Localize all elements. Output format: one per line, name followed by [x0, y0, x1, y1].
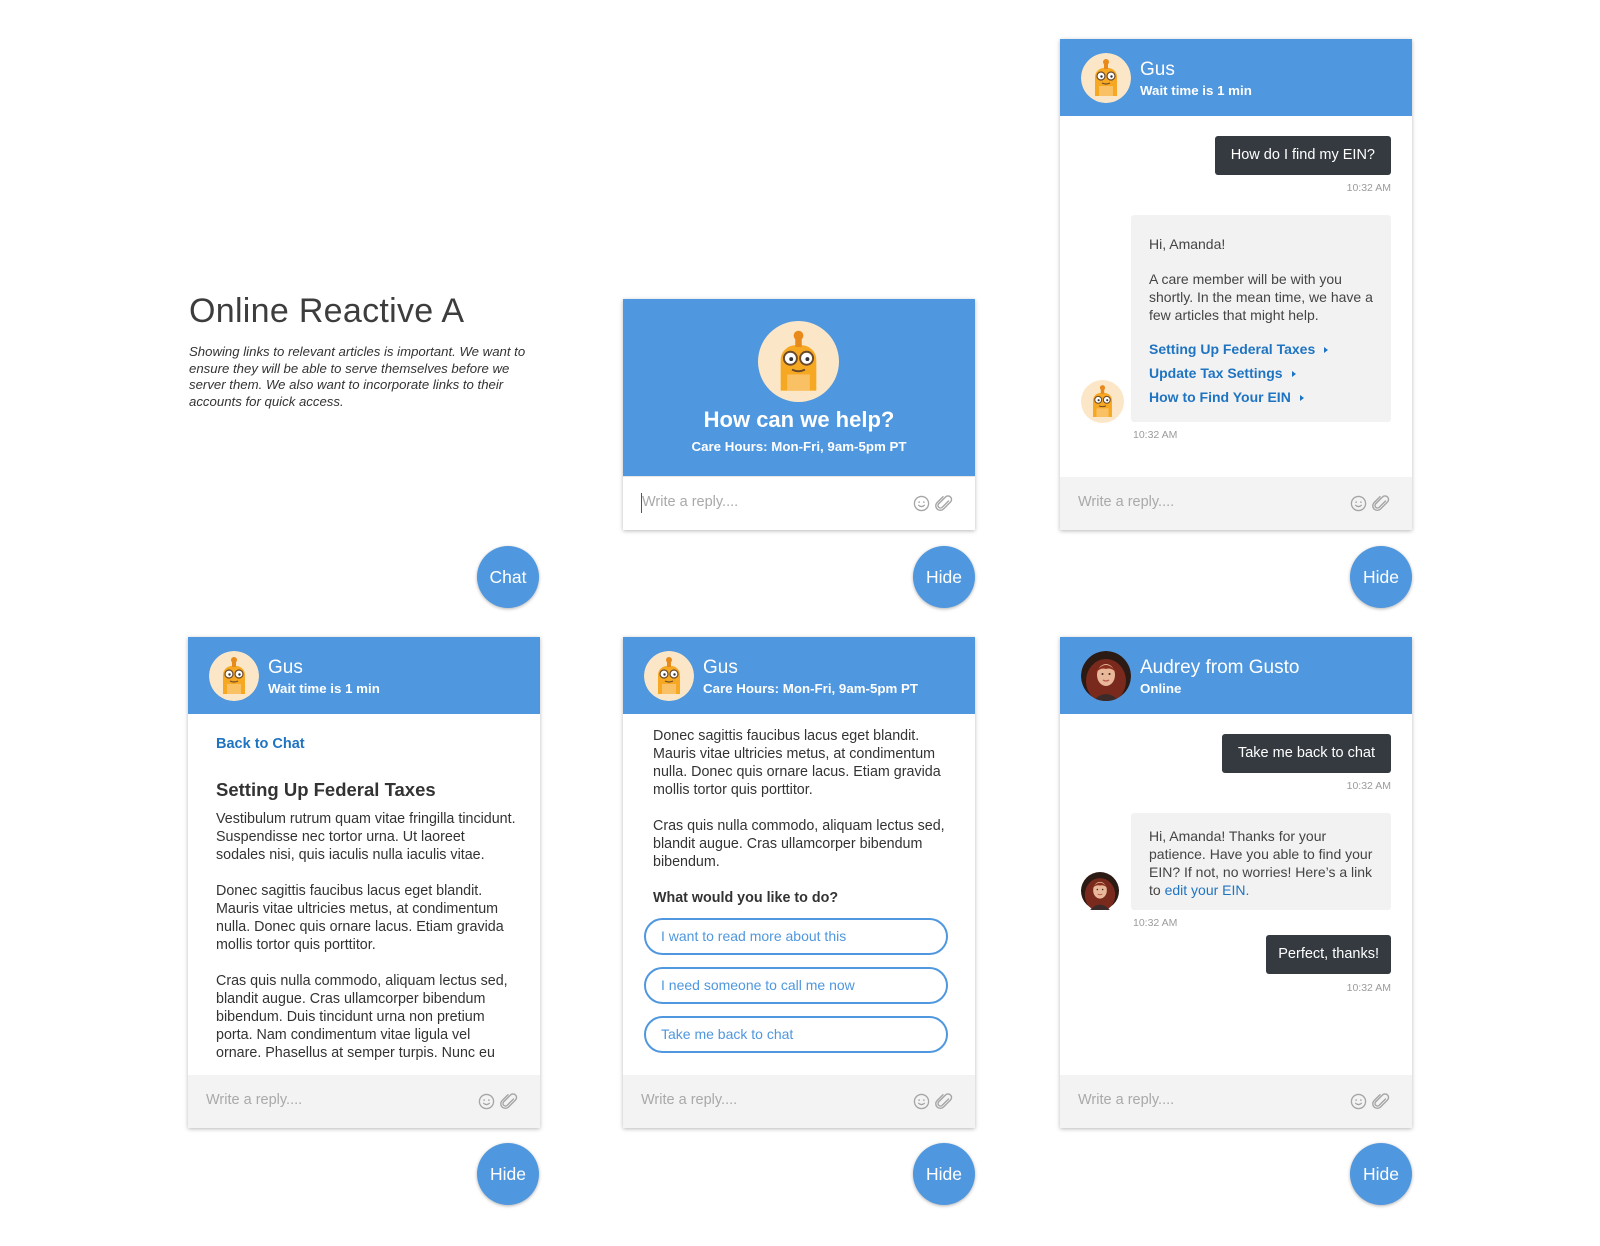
welcome-title: How can we help? [703, 407, 895, 432]
user-message: How do I find my EIN? [1214, 136, 1391, 175]
agent-avatar [1081, 651, 1131, 701]
caret-right-icon [1299, 395, 1304, 402]
article-body: Vestibulum rutrum quam vitae fringilla t… [216, 810, 516, 1062]
article-link[interactable]: How to Find Your EIN [1149, 388, 1328, 412]
option-call-me[interactable]: I need someone to call me now [644, 967, 948, 1004]
reply-bar[interactable]: Write a reply.... [623, 476, 975, 530]
bot-message: Hi, Amanda! A care member will be with y… [1131, 215, 1391, 422]
message-paragraph: Donec sagittis faucibus lacus eget bland… [653, 728, 941, 798]
chat-header: Gus Wait time is 1 min [188, 637, 540, 714]
bot-message-text: A care member will be with you shortly. … [1149, 271, 1373, 323]
gus-avatar-icon [209, 651, 259, 701]
agent-message: Hi, Amanda! Thanks for your patience. Ha… [1131, 813, 1391, 910]
smiley-icon[interactable] [913, 1093, 930, 1110]
gus-avatar-icon [644, 651, 694, 701]
article-title: Setting Up Federal Taxes [216, 779, 436, 800]
back-to-chat-link[interactable]: Back to Chat [216, 736, 305, 752]
paperclip-icon[interactable] [500, 1092, 518, 1111]
wait-time: Wait time is 1 min [268, 681, 380, 696]
reply-input[interactable]: Write a reply.... [642, 494, 738, 510]
gus-avatar-icon [758, 321, 839, 402]
timestamp: 10:32 AM [1133, 917, 1178, 929]
reply-bar[interactable]: Write a reply.... [1060, 477, 1412, 530]
option-read-more[interactable]: I want to read more about this [644, 918, 948, 955]
smiley-icon[interactable] [478, 1093, 495, 1110]
article-link[interactable]: Update Tax Settings [1149, 364, 1328, 388]
message-body: Donec sagittis faucibus lacus eget bland… [653, 727, 953, 907]
article-link[interactable]: Setting Up Federal Taxes [1149, 340, 1329, 364]
chat-header: Gus Wait time is 1 min [1060, 39, 1412, 116]
hide-button[interactable]: Hide [477, 1143, 539, 1205]
user-message: Take me back to chat [1221, 734, 1391, 773]
agent-name: Gus [268, 657, 303, 678]
caret-right-icon [1324, 347, 1329, 354]
timestamp: 10:32 AM [1133, 429, 1178, 441]
timestamp: 10:32 AM [1346, 780, 1391, 792]
message-paragraph: Cras quis nulla commodo, aliquam lectus … [653, 818, 945, 870]
agent-status: Online [1140, 681, 1182, 696]
paperclip-icon[interactable] [935, 494, 953, 513]
chat-articles-panel: Gus Wait time is 1 min How do I find my … [1060, 39, 1412, 530]
hide-button[interactable]: Hide [1350, 1143, 1412, 1205]
page-title: Online Reactive A [189, 292, 465, 330]
article-paragraph: Donec sagittis faucibus lacus eget bland… [216, 883, 504, 953]
greeting: Hi, Amanda! [1149, 236, 1226, 252]
reply-bar[interactable]: Write a reply.... [188, 1075, 540, 1128]
smiley-icon[interactable] [1350, 1093, 1367, 1110]
chat-button[interactable]: Chat [477, 546, 539, 608]
paperclip-icon[interactable] [935, 1092, 953, 1111]
reply-input[interactable]: Write a reply.... [1078, 494, 1174, 510]
reply-input[interactable]: Write a reply.... [641, 1092, 737, 1108]
smiley-icon[interactable] [1350, 495, 1367, 512]
hide-button[interactable]: Hide [913, 546, 975, 608]
smiley-icon[interactable] [913, 495, 930, 512]
article-links: Setting Up Federal Taxes Update Tax Sett… [1149, 340, 1329, 412]
care-hours: Care Hours: Mon-Fri, 9am-5pm PT [691, 439, 907, 454]
agent-chat-panel: Audrey from Gusto Online Take me back to… [1060, 637, 1412, 1128]
timestamp: 10:32 AM [1346, 182, 1391, 194]
agent-message-text: Hi, Amanda! Thanks for your patience. Ha… [1149, 828, 1373, 898]
option-back-to-chat[interactable]: Take me back to chat [644, 1016, 948, 1053]
page-description: Showing links to relevant articles is im… [189, 344, 526, 409]
paperclip-icon[interactable] [1372, 1092, 1390, 1111]
agent-name: Gus [1140, 59, 1175, 80]
reply-bar[interactable]: Write a reply.... [1060, 1075, 1412, 1128]
options-panel: Gus Care Hours: Mon-Fri, 9am-5pm PT Done… [623, 637, 975, 1128]
gus-avatar-icon [1081, 53, 1131, 103]
chat-header: Audrey from Gusto Online [1060, 637, 1412, 714]
user-message: Perfect, thanks! [1266, 935, 1391, 974]
welcome-header: How can we help? Care Hours: Mon-Fri, 9a… [623, 299, 975, 477]
reply-input[interactable]: Write a reply.... [1078, 1092, 1174, 1108]
agent-avatar [1081, 872, 1119, 910]
paperclip-icon[interactable] [1372, 494, 1390, 513]
wait-time: Wait time is 1 min [1140, 83, 1252, 98]
welcome-chat-panel: How can we help? Care Hours: Mon-Fri, 9a… [623, 299, 975, 530]
article-panel: Gus Wait time is 1 min Back to Chat Sett… [188, 637, 540, 1128]
chat-header: Gus Care Hours: Mon-Fri, 9am-5pm PT [623, 637, 975, 714]
article-paragraph: Vestibulum rutrum quam vitae fringilla t… [216, 811, 516, 863]
edit-ein-link[interactable]: edit your EIN. [1165, 882, 1250, 898]
agent-name: Gus [703, 657, 738, 678]
reply-bar[interactable]: Write a reply.... [623, 1075, 975, 1128]
agent-name: Audrey from Gusto [1140, 657, 1300, 678]
caret-right-icon [1291, 371, 1296, 378]
article-paragraph: Cras quis nulla commodo, aliquam lectus … [216, 973, 508, 1061]
hide-button[interactable]: Hide [1350, 546, 1412, 608]
options-question: What would you like to do? [653, 890, 839, 906]
hide-button[interactable]: Hide [913, 1143, 975, 1205]
reply-input[interactable]: Write a reply.... [206, 1092, 302, 1108]
timestamp: 10:32 AM [1346, 982, 1391, 994]
care-hours: Care Hours: Mon-Fri, 9am-5pm PT [703, 681, 918, 696]
gus-avatar-icon [1081, 380, 1124, 423]
